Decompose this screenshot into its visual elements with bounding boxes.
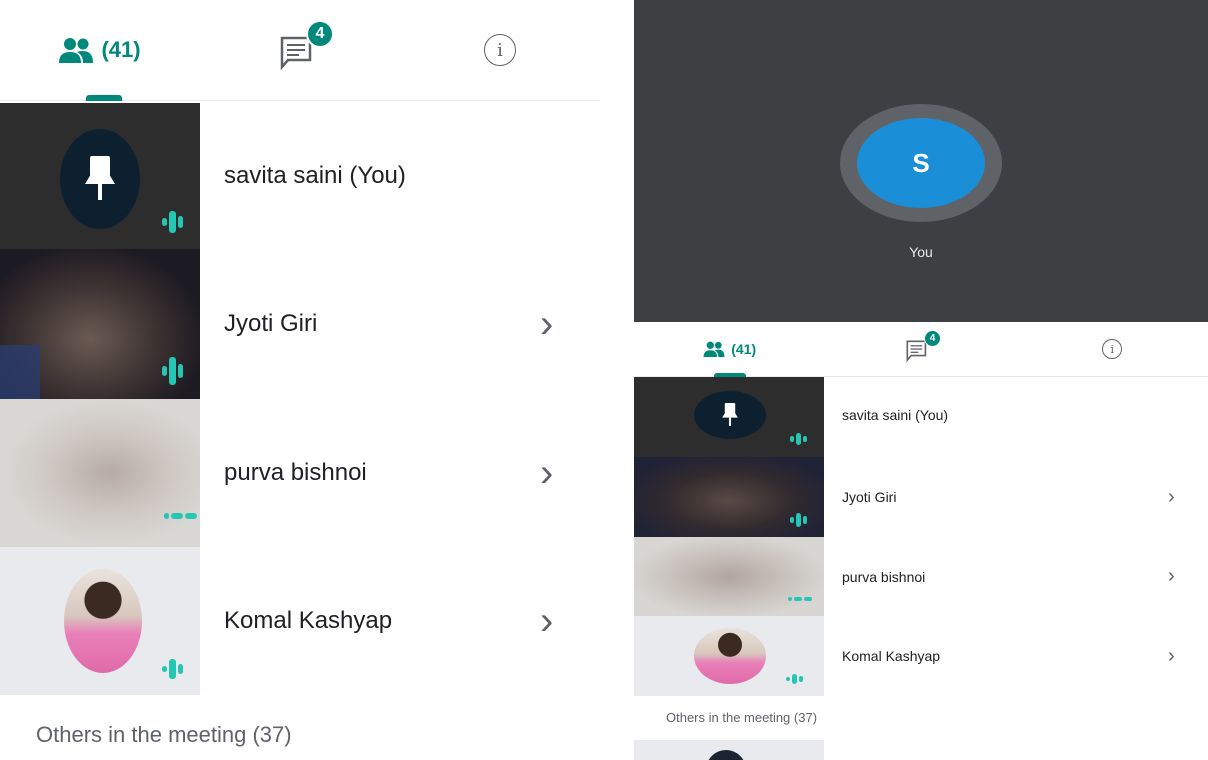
chat-badge: 4 — [923, 330, 941, 347]
pinned-icon-bg — [60, 129, 140, 229]
participant-thumbnail — [634, 457, 824, 537]
tab-people[interactable]: (41) — [634, 322, 825, 377]
active-tab-indicator — [86, 95, 122, 101]
avatar: S — [857, 118, 985, 208]
participant-thumbnail — [634, 740, 824, 760]
tab-bar: (41) 4 i — [634, 322, 1208, 377]
chevron-right-icon: › — [540, 301, 554, 346]
audio-indicator-icon — [790, 433, 807, 445]
people-icon — [59, 38, 94, 63]
pinned-icon-bg — [694, 391, 766, 439]
audio-indicator-icon — [788, 597, 812, 601]
tab-bar: (41) 4 i — [0, 0, 600, 101]
audio-indicator-icon — [790, 513, 807, 527]
participant-row-komal[interactable]: Komal Kashyap › — [0, 547, 600, 695]
avatar — [706, 750, 746, 760]
avatar — [64, 569, 142, 673]
pin-icon — [85, 156, 115, 200]
chevron-right-icon: › — [540, 450, 554, 495]
audio-indicator-icon — [164, 513, 197, 519]
meeting-screen: S You (41) 4 i savita saini (You) Jyoti … — [634, 0, 1208, 760]
participant-row-purva[interactable]: purva bishnoi › — [634, 537, 1208, 616]
participant-row-jyoti[interactable]: Jyoti Giri › — [0, 249, 600, 399]
participant-thumbnail — [634, 377, 824, 457]
participant-row-jyoti[interactable]: Jyoti Giri › — [634, 457, 1208, 537]
participant-name: savita saini (You) — [224, 162, 406, 189]
tab-info[interactable]: i — [1017, 322, 1208, 376]
participant-thumbnail — [634, 616, 824, 696]
tab-people[interactable]: (41) — [0, 0, 200, 101]
chevron-right-icon: › — [1168, 485, 1175, 508]
audio-indicator-icon — [786, 674, 803, 684]
participant-thumbnail — [0, 103, 200, 249]
participant-name: Komal Kashyap — [224, 607, 393, 634]
participant-thumbnail — [0, 547, 200, 695]
audio-indicator-icon — [162, 211, 183, 233]
participant-thumbnail — [0, 249, 200, 399]
participant-name: purva bishnoi — [224, 459, 367, 486]
others-section-heading: Others in the meeting (37) — [666, 710, 818, 725]
participant-name: purva bishnoi — [842, 568, 926, 585]
participant-name: Komal Kashyap — [842, 648, 941, 664]
avatar-ring: S — [840, 104, 1002, 222]
audio-indicator-icon — [162, 357, 183, 385]
info-icon: i — [484, 34, 516, 66]
chevron-right-icon: › — [540, 598, 554, 643]
tab-chat[interactable]: 4 — [825, 322, 1016, 376]
participant-name: Jyoti Giri — [842, 489, 897, 505]
participant-thumbnail — [634, 537, 824, 616]
audio-indicator-icon — [162, 659, 183, 679]
participants-panel-large: (41) 4 i savita saini (You) Jyoti Giri ›… — [0, 0, 600, 760]
chevron-right-icon: › — [1168, 565, 1175, 587]
avatar — [694, 628, 766, 684]
participant-thumbnail — [0, 399, 200, 547]
people-count: (41) — [731, 341, 757, 357]
people-count: (41) — [101, 37, 141, 62]
people-icon — [703, 341, 725, 357]
chat-badge: 4 — [306, 20, 334, 48]
pin-icon — [722, 403, 738, 426]
self-label: You — [909, 244, 933, 260]
self-video-tile: S You — [634, 0, 1208, 322]
participant-name: savita saini (You) — [842, 407, 949, 423]
info-icon: i — [1102, 339, 1123, 359]
participant-row-komal[interactable]: Komal Kashyap › — [634, 616, 1208, 696]
participant-row-purva[interactable]: purva bishnoi › — [0, 399, 600, 547]
tab-info[interactable]: i — [400, 0, 600, 100]
participant-name: Jyoti Giri — [224, 310, 318, 337]
participant-row-savita[interactable]: savita saini (You) — [634, 377, 1208, 457]
chevron-right-icon: › — [1168, 644, 1175, 667]
tab-chat[interactable]: 4 — [200, 0, 400, 100]
others-section-heading: Others in the meeting (37) — [36, 722, 292, 747]
participant-row-savita[interactable]: savita saini (You) — [0, 103, 600, 249]
